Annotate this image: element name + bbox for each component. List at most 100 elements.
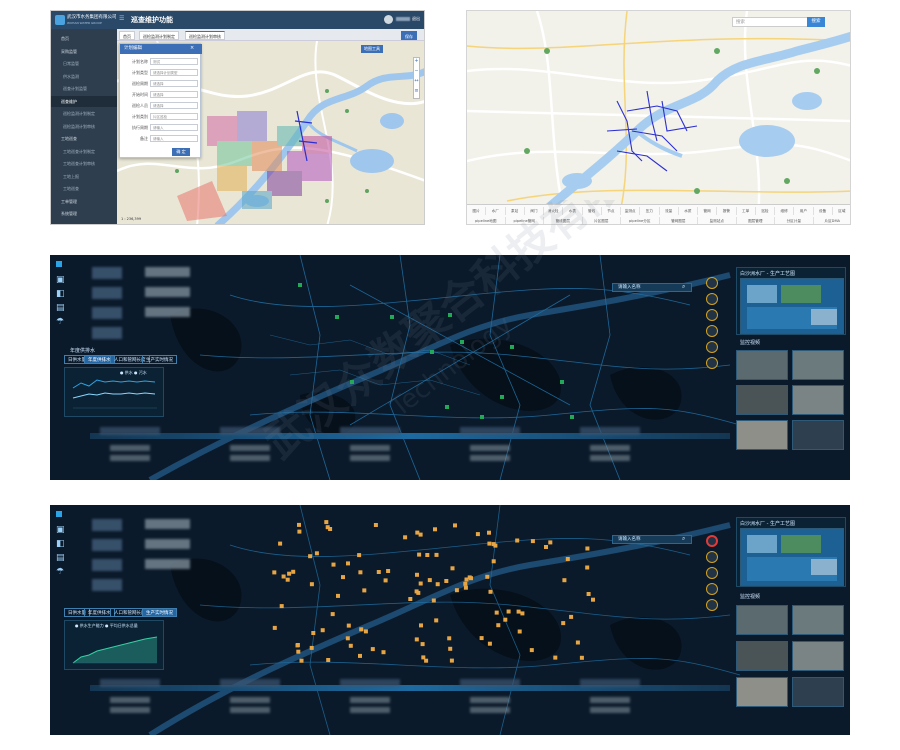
gis-search-button[interactable]: 搜索 [807, 17, 825, 27]
layer-toggle[interactable]: 维修 [775, 207, 795, 215]
video-feed-1[interactable] [736, 605, 788, 635]
station-marker[interactable] [475, 532, 480, 537]
station-marker[interactable] [491, 559, 496, 564]
layer-toggle[interactable]: 管网图层 [660, 217, 698, 224]
sidebar-item[interactable]: 巡查计划监管 [51, 83, 117, 94]
filter-selected-icon[interactable] [706, 535, 718, 547]
station-marker[interactable] [427, 578, 432, 583]
layer-toggle[interactable]: 阀门 [525, 207, 544, 215]
station-marker[interactable] [434, 618, 439, 623]
station-marker[interactable] [579, 655, 584, 660]
station-marker[interactable] [358, 570, 363, 575]
station-marker[interactable] [362, 588, 367, 593]
station-marker[interactable] [529, 648, 534, 653]
station-marker[interactable] [479, 636, 484, 641]
filter-plant-icon[interactable] [706, 293, 718, 305]
station-marker[interactable] [515, 538, 520, 543]
field-input[interactable]: 请选择 [150, 102, 198, 109]
layer-toggle[interactable]: 图层管理 [737, 217, 775, 224]
station-marker[interactable] [415, 530, 420, 535]
station-marker[interactable] [358, 653, 362, 658]
station-marker[interactable] [287, 571, 292, 576]
station-marker[interactable] [548, 540, 553, 545]
station-marker[interactable] [414, 589, 419, 594]
station-marker[interactable] [494, 610, 499, 615]
station-marker[interactable] [419, 623, 423, 628]
filter-plant-icon[interactable] [706, 551, 718, 563]
station-marker[interactable] [373, 523, 378, 527]
station-marker[interactable] [324, 520, 329, 525]
station-marker[interactable] [569, 614, 574, 619]
station-marker[interactable] [530, 539, 535, 544]
station-marker[interactable] [493, 543, 498, 548]
layer-toggle[interactable]: 片区图层 [583, 217, 621, 224]
sidebar-item[interactable]: 巡查维护 [51, 95, 117, 107]
tab-home[interactable]: 首页 [119, 31, 135, 40]
layer-toggle[interactable]: 报警 [717, 207, 737, 215]
sidebar-item[interactable]: 工单管理 [51, 196, 117, 207]
station-marker[interactable] [331, 562, 336, 567]
station-marker[interactable] [544, 545, 548, 549]
sidebar-item[interactable]: 工地巡查 [51, 133, 117, 144]
station-marker[interactable] [326, 658, 331, 662]
station-marker[interactable] [420, 642, 425, 647]
station-marker[interactable] [444, 579, 449, 583]
layer-toggle[interactable]: 巡检 [756, 207, 775, 215]
station-marker[interactable] [463, 585, 468, 590]
field-input[interactable]: 请输入 [150, 124, 198, 131]
layer-toggle[interactable]: pipeline分区 [621, 217, 660, 224]
station-marker[interactable] [506, 609, 511, 614]
station-marker[interactable] [309, 645, 314, 650]
layer-toggle[interactable]: 监测点 [621, 207, 641, 215]
station-marker[interactable] [341, 575, 345, 580]
station-marker[interactable] [272, 625, 277, 630]
sidebar-item[interactable]: 首页 [51, 33, 117, 44]
process-diagram-image-2[interactable] [740, 528, 844, 586]
dashboard1-search-input[interactable]: 请输入名称 [612, 283, 692, 292]
station-marker[interactable] [454, 588, 459, 593]
station-marker[interactable] [311, 631, 316, 635]
station-marker[interactable] [408, 597, 413, 601]
station-marker[interactable] [278, 541, 283, 546]
sidebar-item[interactable]: 工地上报 [51, 171, 117, 182]
station-marker[interactable] [586, 592, 591, 596]
tab-plan-create[interactable]: 巡检监测计划制定 [139, 31, 179, 40]
filter-monitor-icon[interactable] [706, 357, 718, 369]
layer-toggle[interactable]: 区域 [833, 207, 850, 215]
station-marker[interactable] [330, 612, 335, 617]
station-marker[interactable] [386, 569, 391, 573]
dashboard2-search-icon[interactable]: ⌕ [682, 535, 685, 543]
station-marker[interactable] [357, 553, 362, 558]
station-marker[interactable] [488, 589, 493, 594]
station-marker[interactable] [345, 636, 350, 641]
station-marker[interactable] [296, 649, 301, 654]
layer-toggle[interactable]: 管线 [583, 207, 602, 215]
filter-quality-icon[interactable] [706, 599, 718, 611]
station-marker[interactable] [517, 629, 522, 634]
layer-toggle[interactable]: 设备 [814, 207, 833, 215]
station-marker[interactable] [434, 552, 439, 557]
filter-pipe-icon[interactable] [706, 325, 718, 337]
layer-toggle[interactable]: 工单 [737, 207, 756, 215]
sidebar-item[interactable]: 巡检监测计划制定 [51, 108, 117, 119]
station-marker[interactable] [363, 629, 368, 634]
layer-toggle[interactable]: 水质 [679, 207, 698, 215]
sidebar-item[interactable]: 日常监管 [51, 58, 117, 69]
station-marker[interactable] [281, 574, 286, 579]
station-marker[interactable] [285, 577, 290, 582]
submit-button[interactable]: 确 定 [172, 148, 190, 156]
station-marker[interactable] [418, 581, 423, 586]
station-marker[interactable] [463, 581, 468, 586]
station-marker[interactable] [496, 623, 501, 628]
sidebar-item[interactable]: 工地巡查 [51, 183, 117, 194]
field-input[interactable]: 片区巡检 [150, 113, 198, 120]
layer-toggle[interactable]: 消火栓 [544, 207, 564, 215]
field-input[interactable]: 测试 [150, 58, 198, 65]
station-marker[interactable] [383, 578, 388, 583]
station-marker[interactable] [291, 569, 296, 574]
sidebar-item[interactable]: 采购监管 [51, 46, 117, 57]
layer-toggle[interactable]: 用户 [794, 207, 814, 215]
station-marker[interactable] [487, 541, 492, 546]
zoom-in-icon[interactable]: + [414, 58, 419, 68]
station-marker[interactable] [403, 535, 408, 540]
